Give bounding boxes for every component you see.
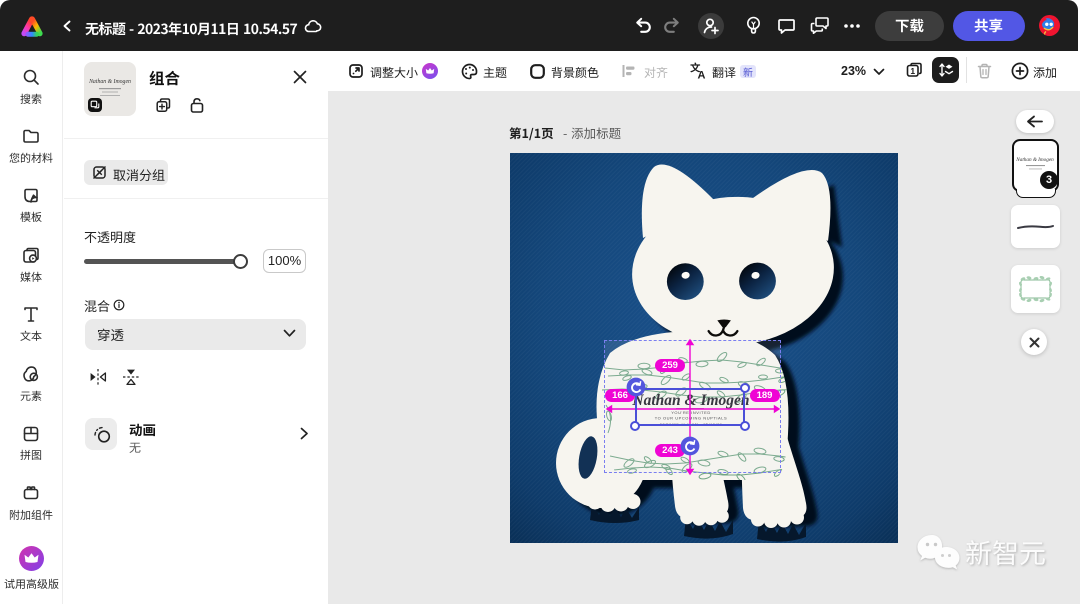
svg-text:Nathan & Imogen: Nathan & Imogen xyxy=(88,79,131,85)
svg-text:1: 1 xyxy=(910,66,915,76)
svg-text:Nathan & Imogen: Nathan & Imogen xyxy=(1015,157,1054,163)
svg-text:A: A xyxy=(698,70,706,82)
